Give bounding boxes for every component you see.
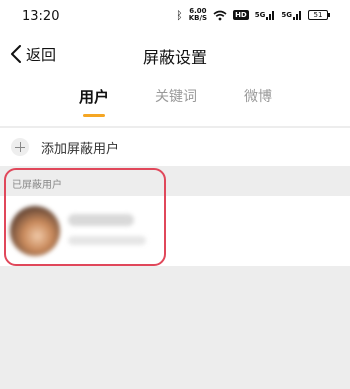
sim2-label: 5G — [281, 11, 292, 19]
battery-icon: 51 — [308, 10, 330, 20]
signal-icon-sim2: 5G — [281, 11, 302, 20]
blocked-user-row[interactable] — [0, 196, 350, 266]
plus-icon — [11, 138, 29, 156]
add-blocked-user-label: 添加屏蔽用户 — [41, 141, 120, 157]
blocked-user-meta — [68, 236, 146, 245]
tab-keywords[interactable]: 关键词 — [146, 86, 206, 106]
tab-bar: 用户 关键词 微博 — [0, 74, 350, 126]
active-tab-indicator — [83, 114, 105, 117]
tab-users[interactable]: 用户 — [64, 86, 124, 107]
network-speed: 6.00 KB/S — [189, 8, 207, 22]
wifi-icon — [213, 10, 227, 20]
add-blocked-user-button[interactable]: 添加屏蔽用户 — [0, 128, 350, 166]
status-time: 13:20 — [22, 9, 60, 24]
avatar[interactable] — [10, 206, 60, 256]
hd-icon: HD — [233, 10, 249, 20]
sim1-label: 5G — [254, 11, 266, 19]
bluetooth-icon: ᛒ — [176, 8, 183, 22]
blocked-user-name — [68, 214, 134, 226]
page-title: 屏蔽设置 — [142, 48, 207, 67]
status-bar: 13:20 ᛒ 6.00 KB/S HD 5G 5G 51 — [0, 0, 350, 34]
signal-icon-sim1: 5G — [254, 11, 276, 20]
nav-bar: 返回 屏蔽设置 — [0, 34, 350, 74]
network-speed-unit: KB/S — [188, 14, 208, 22]
blocked-users-section-header: 已屏蔽用户 — [12, 180, 62, 191]
tab-weibo[interactable]: 微博 — [228, 86, 288, 106]
status-icons: ᛒ 6.00 KB/S HD 5G 5G 51 — [176, 8, 330, 22]
